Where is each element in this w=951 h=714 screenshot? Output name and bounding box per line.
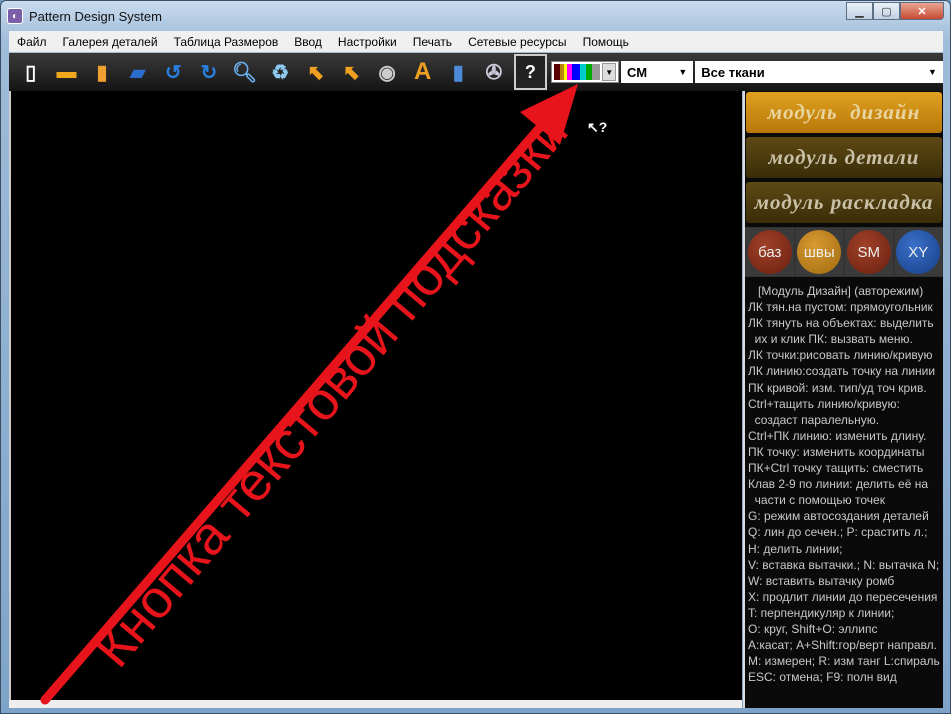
window-title: Pattern Design System [29, 8, 162, 24]
module-layout-button[interactable]: модуль раскладка [746, 182, 942, 223]
help-line: X: продлит линии до пересечения [748, 589, 938, 604]
help-line: создаст паралельную. [748, 412, 880, 427]
toolbar: ▯ ▬ ▮ ▰ ↺ ↻ 🔍︎ ♻ ⬉ ⬉ ◉ A ▮ ✇ ? ▼ СМ ▼ Все… [9, 53, 943, 91]
color-picker[interactable]: ▼ [550, 61, 619, 83]
menu-network[interactable]: Сетевые ресурсы [460, 35, 575, 49]
undo-icon[interactable]: ↺ [156, 55, 192, 89]
menu-file[interactable]: Файл [9, 35, 55, 49]
recycle-icon[interactable]: ♻ [262, 55, 298, 89]
redo-icon[interactable]: ↻ [191, 55, 227, 89]
side-panel: модуль дизайн модуль детали модуль раскл… [743, 91, 943, 708]
menu-bar: Файл Галерея деталей Таблица Размеров Вв… [9, 31, 943, 52]
arrow-curve-select-icon[interactable]: ⬉ [334, 55, 370, 89]
minimize-button[interactable]: ▁ [846, 2, 873, 20]
app-icon: ◐ [7, 8, 23, 24]
unit-value: СМ [626, 64, 648, 80]
menu-help[interactable]: Помощь [575, 35, 637, 49]
seams-button[interactable]: швы [797, 230, 842, 274]
fabric-select[interactable]: Все ткани ▼ [695, 61, 943, 83]
xy-button[interactable]: XY [896, 230, 941, 274]
base-button[interactable]: баз [747, 230, 792, 274]
help-line: части с помощью точек [748, 493, 885, 508]
maximize-button[interactable]: ▢ [873, 2, 900, 20]
help-line: Ctrl+ПК линию: изменить длину. [748, 428, 927, 443]
film-reel-icon[interactable]: ✇ [476, 55, 512, 89]
help-line: [Модуль Дизайн] (авторежим) [748, 284, 924, 298]
help-line: O: круг, Shift+O: эллипс [748, 621, 878, 636]
help-line: T: перпендикуляр к линии; [748, 605, 895, 620]
help-line: ЛК точки:рисовать линию/кривую [748, 348, 933, 363]
help-line: M: измерен; R: изм танг L:спираль [748, 654, 940, 669]
help-line: A:касат; A+Shift:гор/верт направл. [748, 638, 937, 653]
chevron-down-icon: ▼ [678, 67, 688, 77]
menu-input[interactable]: Ввод [286, 35, 330, 49]
open-folder-icon[interactable]: ▬ [49, 55, 85, 89]
help-line: G: режим автосоздания деталей [748, 509, 929, 524]
new-file-icon[interactable]: ▯ [13, 55, 49, 89]
help-line: Клав 2-9 по линии: делить её на [748, 477, 929, 492]
menu-size-table[interactable]: Таблица Размеров [166, 35, 287, 49]
menu-print[interactable]: Печать [405, 35, 460, 49]
sm-button[interactable]: SM [846, 230, 891, 274]
help-line: ЛК тянуть на объектах: выделить [748, 316, 934, 331]
title-bar: ◐ Pattern Design System [7, 5, 162, 27]
unit-select[interactable]: СМ ▼ [620, 61, 694, 83]
help-line: Ctrl+тащить линию/кривую: [748, 396, 900, 411]
module-details-button[interactable]: модуль детали [746, 137, 942, 178]
help-line: ESC: отмена; F9: полн вид [748, 670, 897, 685]
fabric-value: Все ткани [701, 64, 765, 80]
help-line: ПК кривой: изм. тип/уд точ крив. [748, 380, 927, 395]
help-line: ЛК тян.на пустом: прямоугольник [748, 300, 933, 315]
text-hint-button[interactable]: ? [513, 54, 547, 90]
help-line: Q: лин до сечен.; P: срастить л.; [748, 525, 928, 540]
help-line: H: делить линии; [748, 541, 843, 556]
arrow-select-icon[interactable]: ⬉ [298, 55, 334, 89]
ring-icon[interactable]: ◉ [369, 55, 405, 89]
help-line: ПК+Ctrl точку тащить: сместить [748, 461, 924, 476]
help-cursor-icon: ↖? [587, 119, 608, 135]
help-line: ПК точку: изменить координаты [748, 444, 925, 459]
help-line: V: вставка вытачки.; N: вытачка N; [748, 557, 940, 572]
horizontal-scrollbar[interactable] [9, 700, 742, 708]
zoom-icon[interactable]: 🔍︎ [227, 55, 263, 89]
chevron-down-icon[interactable]: ▼ [602, 63, 616, 81]
module-design-button[interactable]: модуль дизайн [746, 92, 942, 133]
text-icon[interactable]: A [405, 55, 441, 89]
menu-settings[interactable]: Настройки [330, 35, 405, 49]
menu-gallery[interactable]: Галерея деталей [55, 35, 166, 49]
chevron-down-icon: ▼ [928, 67, 937, 77]
save-icon[interactable]: ▮ [84, 55, 120, 89]
help-line: ЛК линию:создать точку на линии [748, 364, 936, 379]
help-text: [Модуль Дизайн] (авторежим) ЛК тян.на пус… [745, 277, 943, 685]
help-line: их и клик ПК: вызвать меню. [748, 332, 913, 347]
color-swatch [553, 64, 601, 80]
close-button[interactable]: ✕ [900, 2, 944, 20]
ruler-icon[interactable]: ▮ [441, 55, 477, 89]
help-line: W: вставить вытачку ромб [748, 573, 895, 588]
add-folder-icon[interactable]: ▰ [120, 55, 156, 89]
